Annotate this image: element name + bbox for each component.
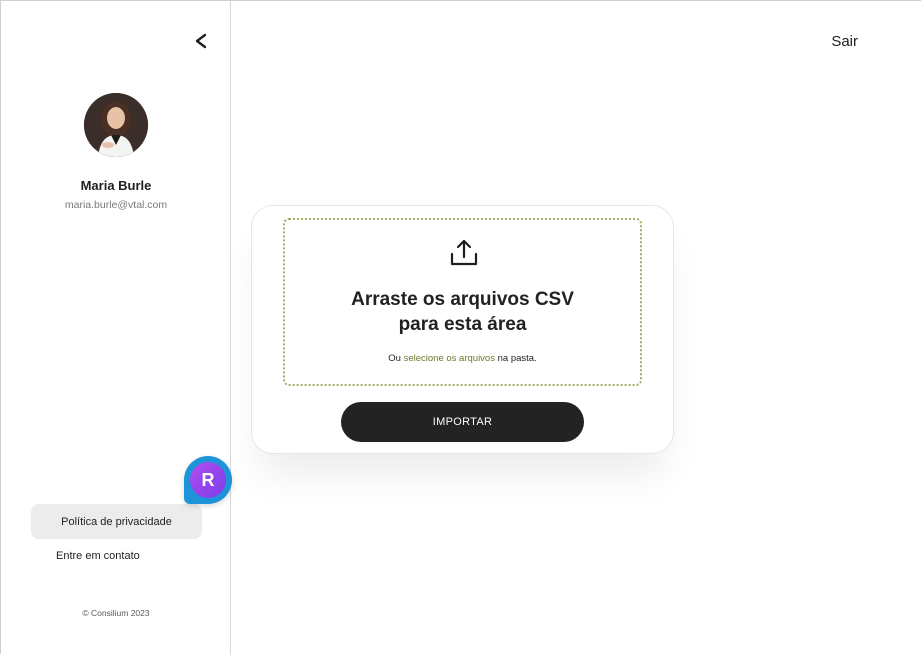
dropzone-title: Arraste os arquivos CSV para esta área [285, 287, 640, 337]
floating-assistant-button[interactable]: R [184, 456, 232, 504]
hint-prefix: Ou [388, 353, 404, 364]
select-files-link[interactable]: selecione os arquivos [404, 353, 495, 364]
assistant-avatar: R [190, 462, 226, 498]
upload-card: Arraste os arquivos CSV para esta área O… [251, 205, 674, 454]
privacy-policy-link[interactable]: Política de privacidade [31, 504, 202, 539]
app-frame: Maria Burle maria.burle@vtal.com Polític… [0, 0, 921, 655]
dropzone-title-line2: para esta área [398, 314, 527, 335]
dropzone-title-line1: Arraste os arquivos CSV [351, 289, 574, 310]
hint-suffix: na pasta. [494, 353, 537, 364]
user-name: Maria Burle [80, 178, 152, 193]
copyright-text: © Consilium 2023 [82, 608, 150, 618]
upload-icon [450, 239, 478, 266]
import-button[interactable]: IMPORTAR [341, 402, 584, 442]
chevron-left-icon [195, 33, 207, 49]
dropzone-hint: Ou selecione os arquivos na pasta. [285, 353, 640, 364]
contact-link[interactable]: Entre em contato [56, 550, 140, 562]
avatar [84, 93, 148, 157]
csv-dropzone[interactable]: Arraste os arquivos CSV para esta área O… [283, 218, 642, 386]
user-email: maria.burle@vtal.com [64, 199, 168, 211]
logout-button[interactable]: Sair [831, 33, 858, 50]
sidebar: Maria Burle maria.burle@vtal.com Polític… [1, 1, 231, 655]
collapse-sidebar-button[interactable] [187, 27, 215, 55]
